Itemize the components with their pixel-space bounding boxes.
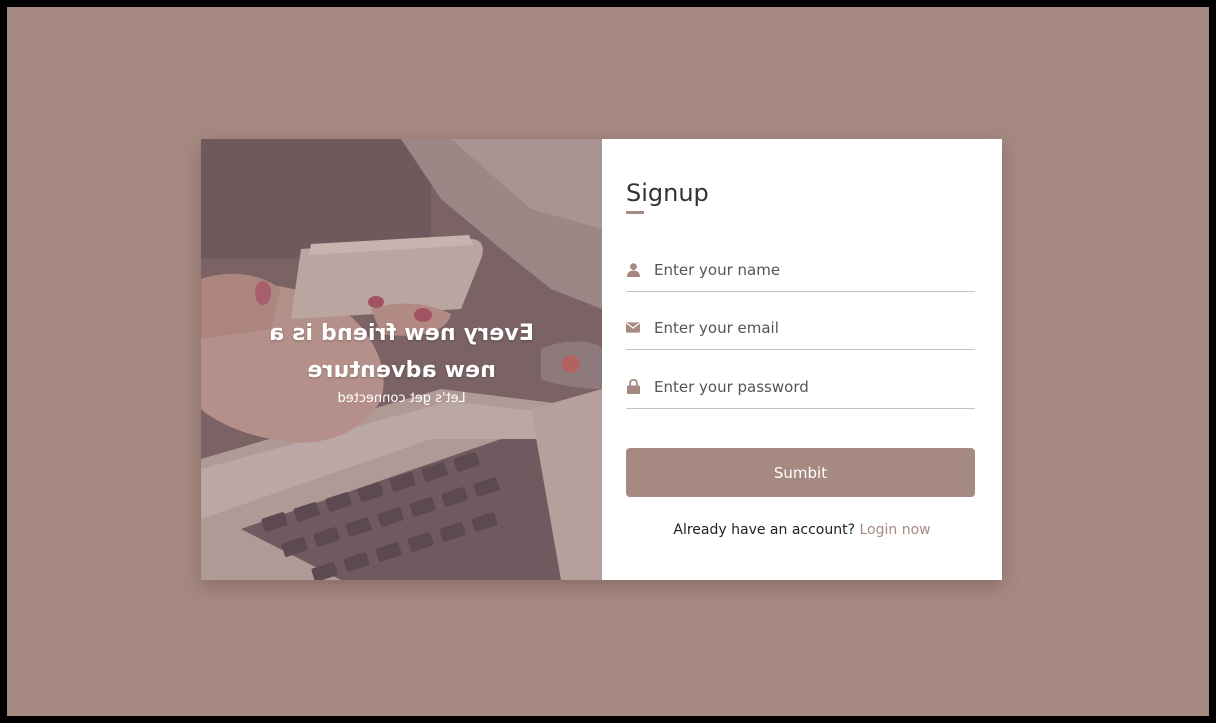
title-underline xyxy=(626,211,644,214)
login-prompt-text: Already have an account? xyxy=(673,522,856,538)
login-now-link[interactable]: Login now xyxy=(859,522,930,538)
envelope-icon xyxy=(626,321,640,335)
name-field[interactable] xyxy=(626,248,975,292)
lock-icon xyxy=(626,379,640,394)
password-input[interactable] xyxy=(654,377,954,396)
form-title: Signup xyxy=(626,179,709,207)
hero-subline: Let's get connected xyxy=(337,391,466,406)
hero-headline-line-1: Every new friend is a xyxy=(269,321,534,346)
hero-headline-line-2: new adventure xyxy=(307,358,496,383)
login-prompt: Already have an account? Login now xyxy=(602,522,1002,538)
password-field[interactable] xyxy=(626,365,975,409)
name-input[interactable] xyxy=(654,260,954,279)
hero-caption: Every new friend is a new adventure Let'… xyxy=(201,315,602,406)
signup-form: Signup Enter your name Enter your email … xyxy=(602,139,1002,580)
email-field[interactable] xyxy=(626,306,975,350)
user-icon xyxy=(626,262,640,277)
signup-card: Every new friend is a new adventure Let'… xyxy=(201,139,1002,580)
email-input[interactable] xyxy=(654,318,954,337)
hero-image-panel: Every new friend is a new adventure Let'… xyxy=(201,139,602,580)
submit-button[interactable]: Sumbit xyxy=(626,448,975,497)
page-background: Every new friend is a new adventure Let'… xyxy=(7,7,1209,716)
